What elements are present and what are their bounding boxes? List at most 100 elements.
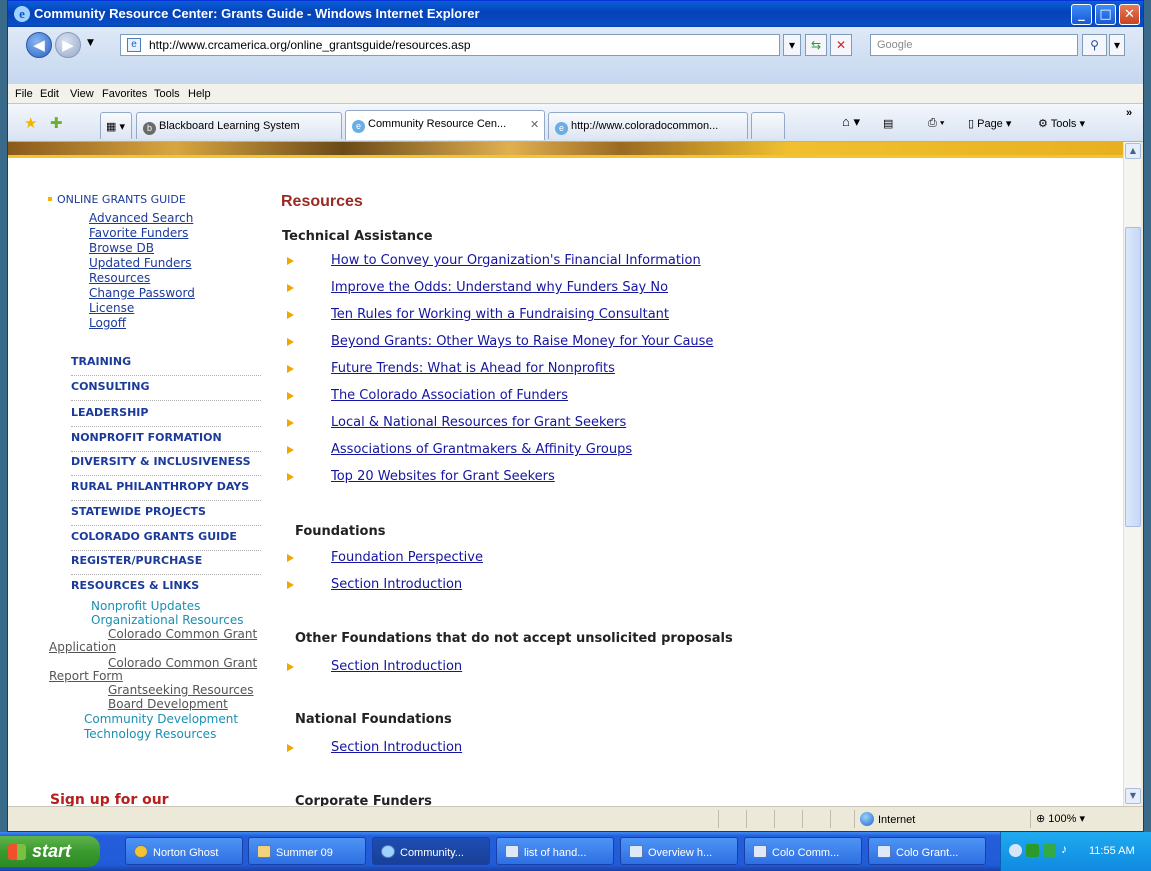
taskbar-summer-09[interactable]: Summer 09	[248, 837, 366, 865]
link-top-20-websites[interactable]: Top 20 Websites for Grant Seekers	[331, 469, 555, 484]
nav-nonprofit-formation[interactable]: NONPROFIT FORMATION	[71, 431, 261, 452]
logoff-link[interactable]: Logoff	[89, 316, 126, 330]
nav-statewide-projects[interactable]: STATEWIDE PROJECTS	[71, 505, 261, 526]
feeds-icon[interactable]: ▤	[883, 117, 893, 130]
word-doc-icon	[505, 845, 519, 858]
print-icon[interactable]: ⎙ ▾	[928, 117, 944, 130]
link-other-foundations-section-intro[interactable]: Section Introduction	[331, 659, 462, 674]
tab-blackboard[interactable]: b Blackboard Learning System	[136, 112, 342, 139]
stop-button[interactable]: ✕	[830, 34, 852, 56]
menu-view[interactable]: View	[70, 88, 94, 100]
grantseeking-resources-link[interactable]: Grantseeking Resources	[108, 683, 254, 697]
tab-community-resource[interactable]: e Community Resource Cen... ✕	[345, 110, 545, 140]
link-beyond-grants[interactable]: Beyond Grants: Other Ways to Raise Money…	[331, 334, 713, 349]
taskbar-norton-ghost[interactable]: Norton Ghost	[125, 837, 243, 865]
title-bar[interactable]: e Community Resource Center: Grants Guid…	[8, 1, 1143, 27]
menu-edit[interactable]: Edit	[40, 88, 59, 100]
ccg-report-link[interactable]: Colorado Common Grant	[108, 656, 257, 670]
link-local-national-resources[interactable]: Local & National Resources for Grant See…	[331, 415, 626, 430]
link-future-trends[interactable]: Future Trends: What is Ahead for Nonprof…	[331, 361, 615, 376]
taskbar-colo-grant[interactable]: Colo Grant...	[868, 837, 986, 865]
link-colorado-association[interactable]: The Colorado Association of Funders	[331, 388, 568, 403]
address-input[interactable]: e http://www.crcamerica.org/online_grant…	[120, 34, 780, 56]
address-dropdown-button[interactable]: ▾	[783, 34, 801, 56]
section-corporate-funders: Corporate Funders	[295, 794, 432, 806]
ccg-report-link-cont[interactable]: Report Form	[49, 669, 123, 683]
menu-tools[interactable]: Tools	[154, 88, 180, 100]
forward-button[interactable]: ▶	[55, 32, 81, 58]
minimize-button[interactable]: _	[1071, 4, 1092, 25]
bullet-icon	[287, 311, 294, 319]
taskbar-overview[interactable]: Overview h...	[620, 837, 738, 865]
search-options-button[interactable]: ▾	[1109, 34, 1125, 56]
word-doc-icon	[877, 845, 891, 858]
system-tray: ♪ 11:55 AM	[1000, 832, 1151, 871]
link-financial-information[interactable]: How to Convey your Organization's Financ…	[331, 253, 701, 268]
link-associations-grantmakers[interactable]: Associations of Grantmakers & Affinity G…	[331, 442, 632, 457]
taskbar-list-of-hand[interactable]: list of hand...	[496, 837, 614, 865]
tray-app-icon[interactable]	[1043, 844, 1056, 857]
favorite-funders-link[interactable]: Favorite Funders	[89, 226, 188, 240]
ccg-application-link[interactable]: Colorado Common Grant	[108, 627, 257, 641]
nav-consulting[interactable]: CONSULTING	[71, 380, 261, 401]
close-button[interactable]: ✕	[1119, 4, 1140, 25]
maximize-button[interactable]: □	[1095, 4, 1116, 25]
add-favorites-icon[interactable]: ✚	[50, 114, 63, 132]
resources-link[interactable]: Resources	[89, 271, 150, 285]
vertical-scrollbar[interactable]: ▲ ▼	[1123, 142, 1141, 806]
start-button[interactable]: start	[0, 836, 100, 867]
browse-db-link[interactable]: Browse DB	[89, 241, 154, 255]
tools-menu[interactable]: ⚙ Tools ▾	[1038, 117, 1085, 130]
online-grants-guide-link[interactable]: ONLINE GRANTS GUIDE	[48, 193, 186, 206]
organizational-resources-link[interactable]: Organizational Resources	[91, 613, 244, 627]
nav-colorado-grants-guide[interactable]: COLORADO GRANTS GUIDE	[71, 530, 261, 551]
nav-resources-links[interactable]: RESOURCES & LINKS	[71, 579, 261, 599]
favorites-star-icon[interactable]: ★	[24, 114, 37, 132]
refresh-button[interactable]: ⇆	[805, 34, 827, 56]
advanced-search-link[interactable]: Advanced Search	[89, 211, 193, 225]
nav-register-purchase[interactable]: REGISTER/PURCHASE	[71, 554, 261, 575]
nav-rural-philanthropy-days[interactable]: RURAL PHILANTHROPY DAYS	[71, 480, 261, 501]
nav-diversity-inclusiveness[interactable]: DIVERSITY & INCLUSIVENESS	[71, 455, 261, 476]
back-button[interactable]: ◀	[26, 32, 52, 58]
link-improve-the-odds[interactable]: Improve the Odds: Understand why Funders…	[331, 280, 668, 295]
ccg-application-link-cont[interactable]: Application	[49, 640, 116, 654]
home-icon[interactable]: ⌂ ▾	[842, 114, 860, 130]
license-link[interactable]: License	[89, 301, 134, 315]
scroll-thumb[interactable]	[1125, 227, 1141, 527]
search-input[interactable]: Google	[870, 34, 1078, 56]
community-development-link[interactable]: Community Development	[84, 712, 238, 726]
menu-help[interactable]: Help	[188, 88, 211, 100]
nonprofit-updates-link[interactable]: Nonprofit Updates	[91, 599, 200, 613]
nav-training[interactable]: TRAINING	[71, 355, 261, 376]
new-tab-button[interactable]	[751, 112, 785, 139]
signup-heading[interactable]: Sign up for our	[50, 792, 169, 806]
taskbar-community[interactable]: Community...	[372, 837, 490, 865]
network-icon[interactable]	[1009, 844, 1022, 857]
menu-favorites[interactable]: Favorites	[102, 88, 147, 100]
updated-funders-link[interactable]: Updated Funders	[89, 256, 192, 270]
security-shield-icon[interactable]	[1026, 844, 1039, 857]
close-tab-icon[interactable]: ✕	[530, 118, 539, 131]
link-national-foundations-section-intro[interactable]: Section Introduction	[331, 740, 462, 755]
link-ten-rules[interactable]: Ten Rules for Working with a Fundraising…	[331, 307, 669, 322]
volume-icon[interactable]: ♪	[1061, 842, 1074, 856]
nav-leadership[interactable]: LEADERSHIP	[71, 406, 261, 427]
tab-coloradocommon[interactable]: e http://www.coloradocommon...	[548, 112, 748, 139]
technology-resources-link[interactable]: Technology Resources	[84, 727, 216, 741]
board-development-link[interactable]: Board Development	[108, 697, 228, 711]
change-password-link[interactable]: Change Password	[89, 286, 195, 300]
quick-tabs-button[interactable]: ▦ ▾	[100, 112, 132, 139]
history-dropdown-icon[interactable]: ▼	[87, 38, 94, 48]
link-foundations-section-intro[interactable]: Section Introduction	[331, 577, 462, 592]
search-icon[interactable]: ⚲	[1082, 34, 1107, 56]
link-foundation-perspective[interactable]: Foundation Perspective	[331, 550, 483, 565]
page-menu[interactable]: ▯ Page ▾	[968, 117, 1011, 130]
scroll-up-icon[interactable]: ▲	[1125, 143, 1141, 159]
menu-file[interactable]: File	[15, 88, 33, 100]
scroll-down-icon[interactable]: ▼	[1125, 788, 1141, 804]
taskbar-colo-comm[interactable]: Colo Comm...	[744, 837, 862, 865]
zoom-control[interactable]: ⊕ 100% ▾	[1036, 812, 1085, 825]
bullet-icon	[287, 473, 294, 481]
more-commands-icon[interactable]: »	[1126, 107, 1132, 119]
